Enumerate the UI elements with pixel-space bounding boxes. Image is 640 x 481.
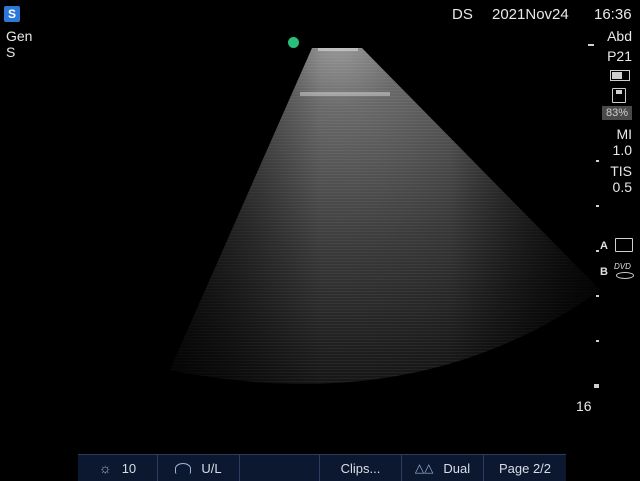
depth-value: 16 bbox=[576, 398, 592, 414]
gain-control[interactable]: ☼ 10 bbox=[78, 455, 158, 481]
gain-icon: ☼ bbox=[98, 460, 112, 476]
clips-label: Clips... bbox=[340, 460, 381, 476]
dvd-icon: DVD bbox=[614, 262, 631, 271]
orientation-marker bbox=[288, 37, 299, 48]
probe-icon bbox=[175, 462, 192, 474]
probe-label: P21 bbox=[607, 48, 632, 64]
gain-value: 10 bbox=[121, 460, 137, 476]
ultrasound-image bbox=[170, 48, 600, 384]
dual-icon: △△ bbox=[414, 461, 434, 475]
bottom-toolbar: ☼ 10 U/L Clips... △△ Dual Page 2/2 bbox=[78, 454, 566, 481]
pleural-line bbox=[300, 92, 390, 96]
depth-top-tick bbox=[588, 44, 594, 46]
logo-icon: S bbox=[4, 6, 20, 22]
preset-label: Gen bbox=[6, 28, 33, 44]
page-button[interactable]: Page 2/2 bbox=[484, 455, 566, 481]
orientation-control[interactable]: U/L bbox=[158, 455, 240, 481]
battery-icon bbox=[610, 70, 630, 81]
mi-label: MI bbox=[616, 126, 632, 142]
dvd-disc-icon bbox=[616, 272, 634, 279]
exam-type: Abd bbox=[607, 28, 632, 44]
printer-a-label: A bbox=[600, 240, 608, 252]
save-icon bbox=[612, 88, 626, 103]
dual-label: Dual bbox=[443, 460, 471, 476]
storage-percent: 83% bbox=[602, 106, 632, 120]
mi-value: 1.0 bbox=[612, 142, 632, 158]
date-display: 2021Nov24 bbox=[492, 6, 569, 23]
printer-icon bbox=[615, 238, 633, 252]
orientation-value: U/L bbox=[201, 460, 222, 476]
mode-label: S bbox=[6, 44, 16, 60]
tis-label: TIS bbox=[610, 163, 632, 179]
operator-initials: DS bbox=[452, 6, 473, 23]
time-display: 16:36 bbox=[594, 6, 632, 23]
empty-control[interactable] bbox=[240, 455, 320, 481]
dual-button[interactable]: △△ Dual bbox=[402, 455, 484, 481]
tis-value: 0.5 bbox=[612, 179, 632, 195]
page-label: Page 2/2 bbox=[498, 460, 552, 476]
clips-button[interactable]: Clips... bbox=[320, 455, 402, 481]
printer-b-label: B bbox=[600, 266, 608, 278]
